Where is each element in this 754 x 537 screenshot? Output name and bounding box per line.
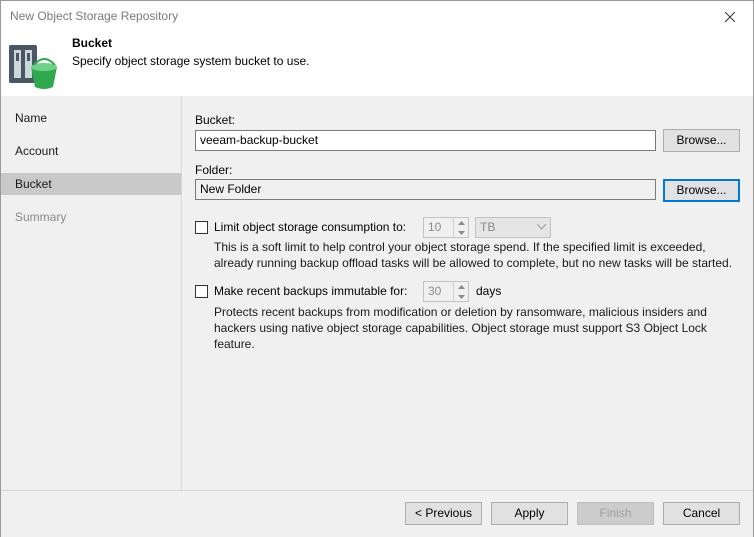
immutable-increase-arrow-icon[interactable] bbox=[454, 282, 468, 291]
limit-description: This is a soft limit to help control you… bbox=[214, 240, 733, 270]
limit-increase-arrow-icon[interactable] bbox=[454, 218, 468, 227]
step-name[interactable]: Name bbox=[1, 107, 181, 129]
title-bar: New Object Storage Repository bbox=[1, 1, 753, 32]
step-account[interactable]: Account bbox=[1, 140, 181, 162]
immutable-label[interactable]: Make recent backups immutable for: bbox=[214, 284, 407, 298]
wizard-footer: < Previous Apply Finish Cancel bbox=[1, 490, 753, 537]
dialog-window: New Object Storage Repository Bucket Spe… bbox=[0, 0, 754, 537]
finish-button: Finish bbox=[577, 502, 654, 525]
folder-browse-button[interactable]: Browse... bbox=[663, 179, 740, 202]
folder-field[interactable]: New Folder bbox=[195, 179, 656, 200]
chevron-down-icon bbox=[537, 224, 546, 230]
immutable-description: Protects recent backups from modificatio… bbox=[214, 305, 707, 351]
folder-label: Folder: bbox=[195, 163, 233, 177]
limit-unit-value: TB bbox=[480, 220, 496, 234]
limit-consumption-label[interactable]: Limit object storage consumption to: bbox=[214, 220, 406, 234]
immutable-decrease-arrow-icon[interactable] bbox=[454, 292, 468, 301]
wizard-steps: Name Account Bucket Summary bbox=[1, 96, 182, 490]
immutable-days-stepper[interactable]: 30 bbox=[423, 281, 469, 302]
window-title: New Object Storage Repository bbox=[10, 9, 179, 23]
limit-decrease-arrow-icon[interactable] bbox=[454, 228, 468, 237]
page-subtitle: Specify object storage system bucket to … bbox=[72, 54, 310, 68]
page-title: Bucket bbox=[72, 36, 113, 50]
wizard-header: Bucket Specify object storage system buc… bbox=[1, 32, 753, 96]
limit-value: 10 bbox=[428, 220, 442, 234]
main-content: Bucket: veeam-backup-bucket Browse... Fo… bbox=[182, 96, 753, 490]
bucket-field[interactable]: veeam-backup-bucket bbox=[195, 130, 656, 151]
close-icon bbox=[725, 11, 735, 22]
immutable-checkbox[interactable] bbox=[195, 285, 208, 298]
apply-button[interactable]: Apply bbox=[491, 502, 568, 525]
object-storage-bucket-icon bbox=[9, 45, 57, 89]
limit-value-stepper[interactable]: 10 bbox=[423, 217, 469, 238]
immutable-days-value: 30 bbox=[428, 284, 442, 298]
bucket-browse-button[interactable]: Browse... bbox=[663, 129, 740, 152]
step-bucket[interactable]: Bucket bbox=[1, 173, 181, 195]
limit-unit-dropdown[interactable]: TB bbox=[475, 217, 551, 238]
close-button[interactable] bbox=[707, 1, 753, 32]
bucket-label: Bucket: bbox=[195, 113, 236, 127]
step-summary: Summary bbox=[15, 210, 67, 224]
previous-button[interactable]: < Previous bbox=[405, 502, 482, 525]
cancel-button[interactable]: Cancel bbox=[663, 502, 740, 525]
limit-consumption-checkbox[interactable] bbox=[195, 221, 208, 234]
immutable-days-unit: days bbox=[476, 284, 502, 298]
